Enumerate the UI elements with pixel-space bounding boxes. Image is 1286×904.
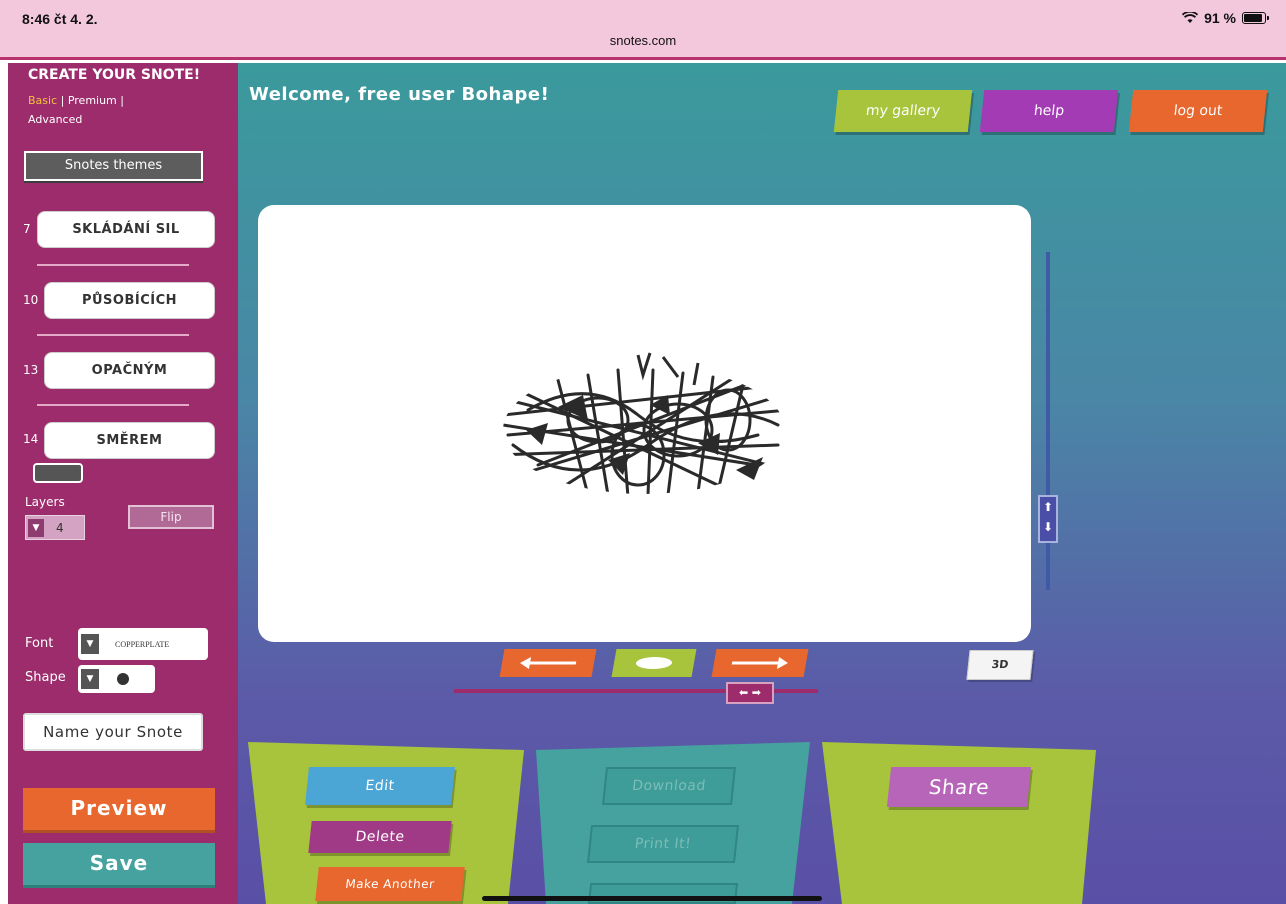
make-another-button[interactable]: Make Another (315, 867, 465, 901)
word-number: 13 (23, 363, 39, 377)
help-button[interactable]: help (979, 90, 1119, 132)
shape-select[interactable]: ▼ (78, 665, 155, 693)
divider (37, 404, 189, 406)
word-input[interactable]: SMĚREM (44, 422, 215, 459)
battery-percent: 91 % (1204, 10, 1236, 26)
status-indicators: 91 % (1182, 10, 1269, 26)
shape-label: Shape (25, 670, 66, 685)
word-number: 14 (23, 432, 39, 446)
tier-links: Basic | Premium | Advanced (28, 94, 124, 126)
arrow-down-icon: ⬇ (1042, 520, 1054, 534)
share-button[interactable]: Share (886, 767, 1032, 807)
log-out-button[interactable]: log out (1128, 90, 1268, 132)
word-input[interactable]: PŮSOBÍCÍCH (44, 282, 215, 319)
oval-icon (635, 657, 673, 669)
word-input[interactable]: SKLÁDÁNÍ SIL (37, 211, 215, 248)
arrow-up-icon: ⬆ (1042, 500, 1054, 514)
arrow-right-icon (731, 657, 788, 669)
sidebar: CREATE YOUR SNOTE! Basic | Premium | Adv… (8, 63, 238, 904)
word-input[interactable]: OPAČNÝM (44, 352, 215, 389)
font-select[interactable]: ▼ COPPERPLATE (78, 628, 208, 660)
font-value: COPPERPLATE (115, 639, 170, 649)
arrow-left-icon (520, 657, 577, 669)
left-edge (0, 63, 8, 904)
delete-button[interactable]: Delete (308, 821, 452, 853)
layers-value: 4 (56, 520, 64, 535)
font-label: Font (25, 636, 54, 651)
status-time: 8:46 čt 4. 2. (22, 11, 98, 27)
next-button[interactable] (711, 649, 809, 677)
save-button[interactable]: Save (23, 843, 215, 885)
battery-icon (1242, 12, 1269, 24)
word-number: 7 (23, 222, 31, 236)
arrows-left-right-icon: ⬅ ➡ (739, 686, 761, 699)
print-button[interactable]: Print It! (587, 825, 739, 863)
tier-advanced-link[interactable]: Advanced (28, 113, 82, 126)
circle-shape-icon (117, 673, 129, 685)
welcome-message: Welcome, free user Bohape! (249, 84, 550, 105)
snotes-themes-button[interactable]: Snotes themes (24, 151, 203, 181)
sidebar-title: CREATE YOUR SNOTE! (28, 67, 201, 83)
divider (37, 264, 189, 266)
wifi-icon (1182, 12, 1199, 23)
flip-button[interactable]: Flip (128, 505, 214, 529)
address-url[interactable]: snotes.com (0, 33, 1286, 48)
download-button[interactable]: Download (602, 767, 736, 805)
chevron-down-icon: ▼ (28, 518, 44, 537)
layers-select[interactable]: ▼ 4 (25, 515, 85, 540)
horizontal-slider-thumb[interactable]: ⬅ ➡ (726, 682, 774, 704)
word-number: 10 (23, 293, 39, 307)
home-indicator[interactable] (482, 896, 822, 901)
chevron-down-icon: ▼ (81, 634, 99, 654)
preview-button[interactable]: Preview (23, 788, 215, 830)
snote-name-input[interactable]: Name your Snote (23, 713, 203, 751)
status-bar: 8:46 čt 4. 2. snotes.com 91 % (0, 0, 1286, 60)
divider (37, 334, 189, 336)
vertical-slider-thumb[interactable]: ⬆ ⬇ (1038, 495, 1058, 543)
chevron-down-icon: ▼ (81, 669, 99, 689)
previous-button[interactable] (499, 649, 597, 677)
layers-label: Layers (25, 495, 65, 509)
center-button[interactable] (611, 649, 697, 677)
snote-artwork (503, 352, 785, 494)
color-swatch[interactable] (33, 463, 83, 483)
edit-button[interactable]: Edit (305, 767, 455, 805)
tier-basic-link[interactable]: Basic (28, 94, 57, 107)
tier-premium-link[interactable]: Premium (68, 94, 117, 107)
my-gallery-button[interactable]: my gallery (833, 90, 973, 132)
snote-canvas[interactable] (258, 205, 1031, 642)
3d-button[interactable]: 3D (966, 650, 1034, 680)
